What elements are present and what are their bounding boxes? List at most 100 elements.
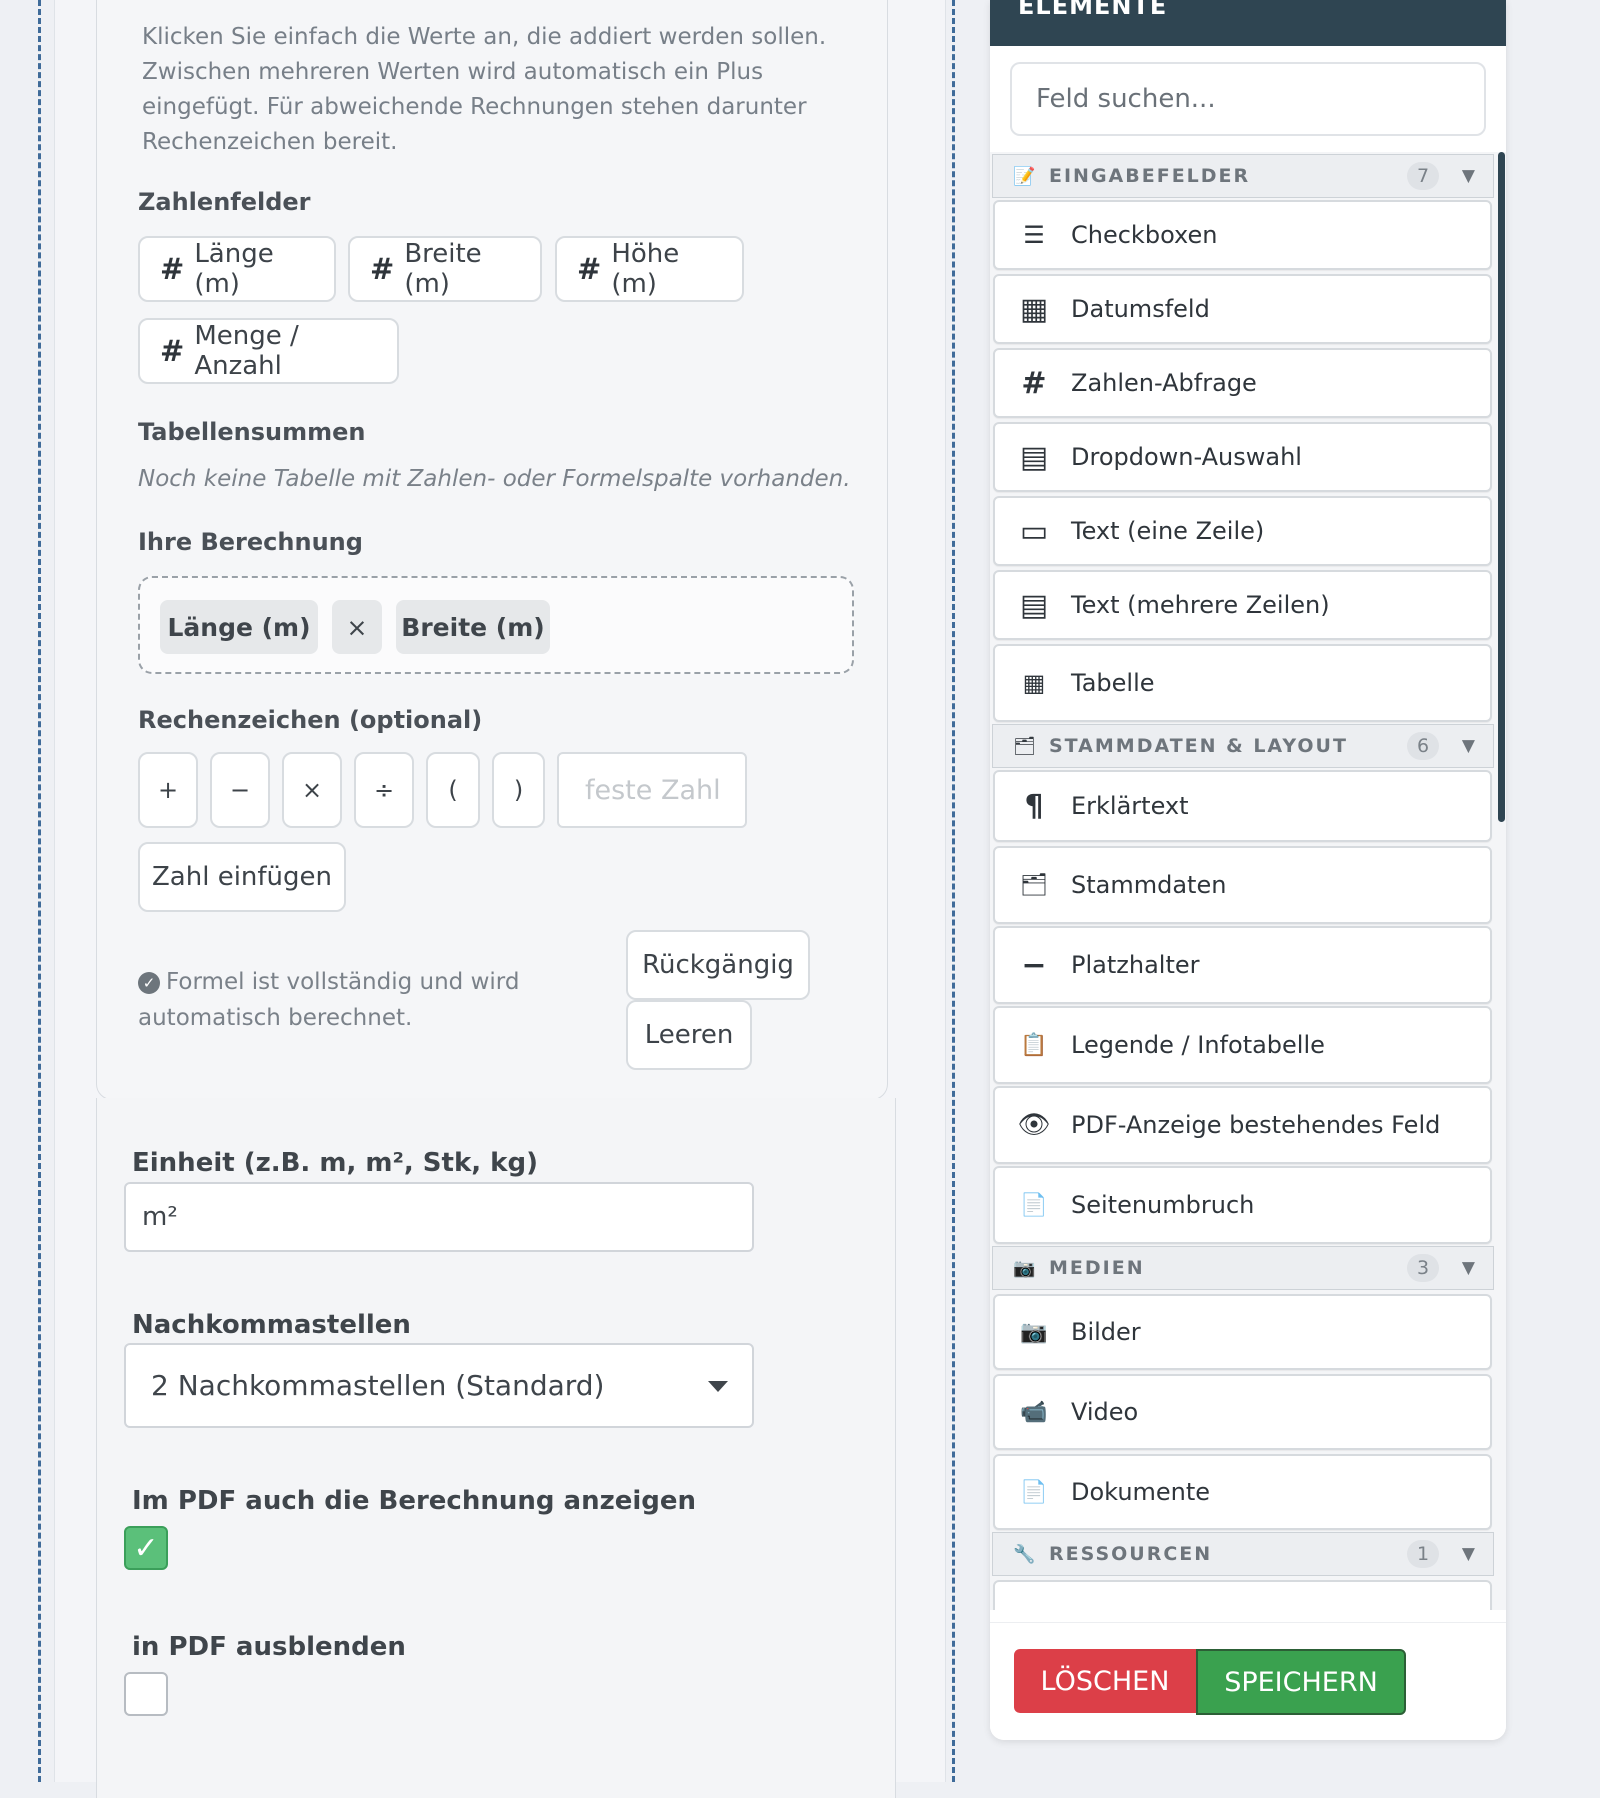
operator-close-paren-button[interactable]: )	[492, 752, 545, 828]
card-index-icon: 🗂	[1013, 735, 1036, 757]
checkmark-icon: ✓	[133, 1530, 159, 1566]
category-count: 3	[1407, 1254, 1439, 1282]
insert-number-button[interactable]: Zahl einfügen	[138, 842, 346, 912]
operator-divide-button[interactable]: ÷	[354, 752, 414, 828]
number-field-chip-breite[interactable]: # Breite (m)	[348, 236, 542, 302]
show-calc-checkbox[interactable]: ✓	[124, 1526, 168, 1570]
element-platzhalter[interactable]: − Platzhalter	[993, 926, 1492, 1004]
undo-button[interactable]: Rückgängig	[626, 930, 810, 1000]
formula-token[interactable]: Breite (m)	[396, 600, 550, 654]
pilcrow-icon: ¶	[1024, 788, 1044, 824]
category-stammdaten-layout[interactable]: 🗂 STAMMDATEN & LAYOUT 6 ▼	[992, 724, 1494, 768]
element-seitenumbruch[interactable]: 📄 Seitenumbruch	[993, 1166, 1492, 1244]
decimals-label: Nachkommastellen	[132, 1310, 411, 1340]
caret-down-icon	[708, 1381, 728, 1392]
element-text-eine-zeile[interactable]: ▭ Text (eine Zeile)	[993, 496, 1492, 566]
element-stammdaten[interactable]: 🗂 Stammdaten	[993, 846, 1492, 924]
dropdown-icon: ▤	[1019, 439, 1049, 475]
operator-open-paren-button[interactable]: (	[426, 752, 480, 828]
formula-status: ✓ Formel ist vollständig und wird automat…	[138, 969, 520, 1031]
calendar-icon: ▦	[1019, 291, 1049, 327]
field-search-input[interactable]: Feld suchen...	[1010, 62, 1486, 136]
element-checkboxen[interactable]: ☰ Checkboxen	[993, 200, 1492, 270]
elements-sidebar: ELEMENTE Feld suchen... 📝 EINGABEFELDER …	[990, 0, 1506, 1740]
page-icon: 📄	[1020, 1192, 1048, 1218]
hide-pdf-checkbox[interactable]	[124, 1672, 168, 1716]
hash-icon: #	[370, 252, 395, 286]
unit-input[interactable]: m²	[124, 1182, 754, 1252]
category-ressourcen[interactable]: 🔧 RESSOURCEN 1 ▼	[992, 1532, 1494, 1576]
chevron-down-icon: ▼	[1461, 736, 1475, 756]
number-field-chip-laenge[interactable]: # Länge (m)	[138, 236, 336, 302]
element-datumsfeld[interactable]: ▦ Datumsfeld	[993, 274, 1492, 344]
formula-heading: Ihre Berechnung	[138, 528, 363, 556]
element-text-mehrere-zeilen[interactable]: ▤ Text (mehrere Zeilen)	[993, 570, 1492, 640]
formula-token[interactable]: Länge (m)	[160, 600, 318, 654]
clipboard-icon: 📋	[1020, 1032, 1048, 1058]
number-fields-heading: Zahlenfelder	[138, 188, 311, 216]
table-sums-heading: Tabellensummen	[138, 418, 366, 446]
category-medien[interactable]: 📷 MEDIEN 3 ▼	[992, 1246, 1494, 1290]
hash-icon: #	[577, 252, 602, 286]
hash-icon: #	[160, 252, 185, 286]
element-video[interactable]: 📹 Video	[993, 1374, 1492, 1450]
unit-label: Einheit (z.B. m, m², Stk, kg)	[132, 1148, 538, 1178]
element-pdf-anzeige-bestehendes-feld[interactable]: 👁 PDF-Anzeige bestehendes Feld	[993, 1086, 1492, 1164]
save-button[interactable]: SPEICHERN	[1196, 1649, 1406, 1715]
text-area-icon: ▤	[1019, 587, 1049, 623]
number-field-chip-hoehe[interactable]: # Höhe (m)	[555, 236, 744, 302]
table-icon: ▦	[1022, 669, 1046, 697]
element-zahlen-abfrage[interactable]: # Zahlen-Abfrage	[993, 348, 1492, 418]
clear-button[interactable]: Leeren	[626, 1000, 752, 1070]
element-bilder[interactable]: 📷 Bilder	[993, 1294, 1492, 1370]
table-sums-note: Noch keine Tabelle mit Zahlen- oder Form…	[138, 466, 851, 492]
wrench-icon: 🔧	[1013, 1543, 1036, 1565]
chevron-down-icon: ▼	[1461, 166, 1475, 186]
hash-icon: #	[1021, 365, 1047, 401]
show-calc-label: Im PDF auch die Berechnung anzeigen	[132, 1486, 697, 1516]
text-line-icon: ▭	[1019, 513, 1049, 549]
sidebar-header: ELEMENTE	[990, 0, 1506, 46]
category-count: 6	[1407, 732, 1439, 760]
check-circle-icon: ✓	[138, 971, 160, 994]
checklist-icon: ☰	[1023, 221, 1045, 249]
camera-icon: 📷	[1020, 1319, 1048, 1345]
page-icon: 📄	[1020, 1479, 1048, 1505]
category-count: 7	[1407, 162, 1439, 190]
sidebar-footer: LÖSCHEN SPEICHERN	[990, 1622, 1506, 1740]
sidebar-title: ELEMENTE	[1018, 0, 1168, 20]
fixed-number-input[interactable]: feste Zahl	[557, 752, 747, 828]
delete-button[interactable]: LÖSCHEN	[1014, 1649, 1196, 1713]
card-index-icon: 🗂	[1020, 872, 1048, 898]
drop-zone-border-left	[38, 0, 41, 1782]
number-field-chip-menge[interactable]: # Menge / Anzahl	[138, 318, 399, 384]
operators-heading: Rechenzeichen (optional)	[138, 706, 483, 734]
element-dropdown-auswahl[interactable]: ▤ Dropdown-Auswahl	[993, 422, 1492, 492]
formula-dropzone[interactable]: Länge (m) × Breite (m)	[138, 576, 854, 674]
element-dokumente[interactable]: 📄 Dokumente	[993, 1454, 1492, 1530]
hash-icon: #	[160, 334, 185, 368]
formula-token-operator[interactable]: ×	[332, 600, 382, 654]
operator-minus-button[interactable]: −	[210, 752, 270, 828]
video-camera-icon: 📹	[1020, 1399, 1048, 1425]
element-legende-infotabelle[interactable]: 📋 Legende / Infotabelle	[993, 1006, 1492, 1084]
eye-icon: 👁	[1017, 1110, 1051, 1140]
element-ressource-partial[interactable]	[993, 1580, 1492, 1610]
camera-icon: 📷	[1013, 1257, 1036, 1279]
hide-pdf-label: in PDF ausblenden	[132, 1632, 406, 1662]
chevron-down-icon: ▼	[1461, 1544, 1475, 1564]
operator-multiply-button[interactable]: ×	[282, 752, 342, 828]
scrollbar-thumb[interactable]	[1498, 152, 1505, 822]
elements-list[interactable]: 📝 EINGABEFELDER 7 ▼ ☰ Checkboxen ▦ Datumsf…	[990, 152, 1506, 1610]
category-eingabefelder[interactable]: 📝 EINGABEFELDER 7 ▼	[992, 154, 1494, 198]
drop-zone-border-right	[952, 0, 955, 1782]
memo-icon: 📝	[1013, 165, 1036, 187]
calc-help-text: Klicken Sie einfach die Werte an, die ad…	[142, 24, 827, 155]
chevron-down-icon: ▼	[1461, 1258, 1475, 1278]
minus-icon: −	[1021, 947, 1047, 983]
decimals-select[interactable]: 2 Nachkommastellen (Standard)	[124, 1343, 754, 1428]
element-tabelle[interactable]: ▦ Tabelle	[993, 644, 1492, 722]
category-count: 1	[1407, 1540, 1439, 1568]
element-erklaertext[interactable]: ¶ Erklärtext	[993, 770, 1492, 842]
operator-plus-button[interactable]: +	[138, 752, 198, 828]
